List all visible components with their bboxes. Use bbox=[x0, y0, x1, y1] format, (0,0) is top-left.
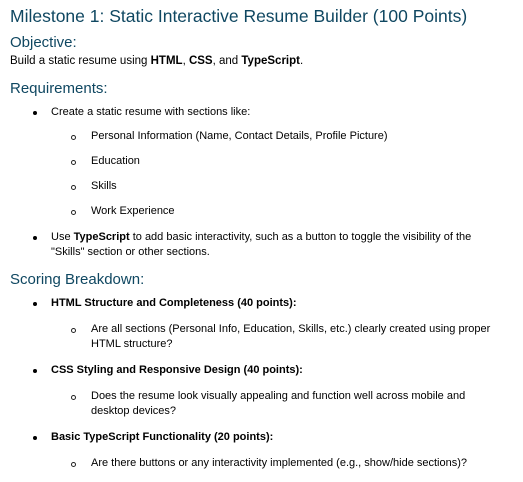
requirement-subitem: Skills bbox=[91, 180, 117, 192]
scoring-question: Are all sections (Personal Info, Educati… bbox=[91, 323, 491, 335]
requirement-item: Create a static resume with sections lik… bbox=[51, 106, 251, 118]
requirements-heading: Requirements: bbox=[10, 80, 108, 97]
circle-bullet-icon bbox=[71, 210, 76, 215]
circle-bullet-icon bbox=[71, 135, 76, 140]
bullet-icon bbox=[33, 302, 37, 306]
scoring-item-title: HTML Structure and Completeness (40 poin… bbox=[51, 297, 297, 309]
bullet-icon bbox=[33, 436, 37, 440]
objective-text: Build a static resume using HTML, CSS, a… bbox=[10, 55, 304, 67]
page-title: Milestone 1: Static Interactive Resume B… bbox=[10, 6, 468, 26]
circle-bullet-icon bbox=[71, 160, 76, 165]
bullet-icon bbox=[33, 369, 37, 373]
circle-bullet-icon bbox=[71, 328, 76, 333]
scoring-question: Are there buttons or any interactivity i… bbox=[91, 457, 468, 469]
requirement-subitem: Work Experience bbox=[91, 205, 175, 217]
circle-bullet-icon bbox=[71, 462, 76, 467]
requirement-subitem: Education bbox=[91, 155, 140, 167]
requirement-item: Use TypeScript to add basic interactivit… bbox=[51, 231, 472, 243]
bullet-icon bbox=[33, 111, 37, 115]
scoring-question-continued: desktop devices? bbox=[91, 405, 176, 417]
scoring-heading: Scoring Breakdown: bbox=[10, 271, 145, 288]
requirement-subitem: Personal Information (Name, Contact Deta… bbox=[91, 130, 388, 142]
circle-bullet-icon bbox=[71, 395, 76, 400]
bullet-icon bbox=[33, 236, 37, 240]
scoring-question: Does the resume look visually appealing … bbox=[91, 390, 466, 402]
requirement-item-continued: "Skills" section or other sections. bbox=[51, 246, 210, 258]
scoring-item-title: CSS Styling and Responsive Design (40 po… bbox=[51, 364, 303, 376]
scoring-item-title: Basic TypeScript Functionality (20 point… bbox=[51, 431, 274, 443]
circle-bullet-icon bbox=[71, 185, 76, 190]
objective-heading: Objective: bbox=[10, 34, 77, 51]
scoring-question-continued: HTML structure? bbox=[91, 338, 173, 350]
